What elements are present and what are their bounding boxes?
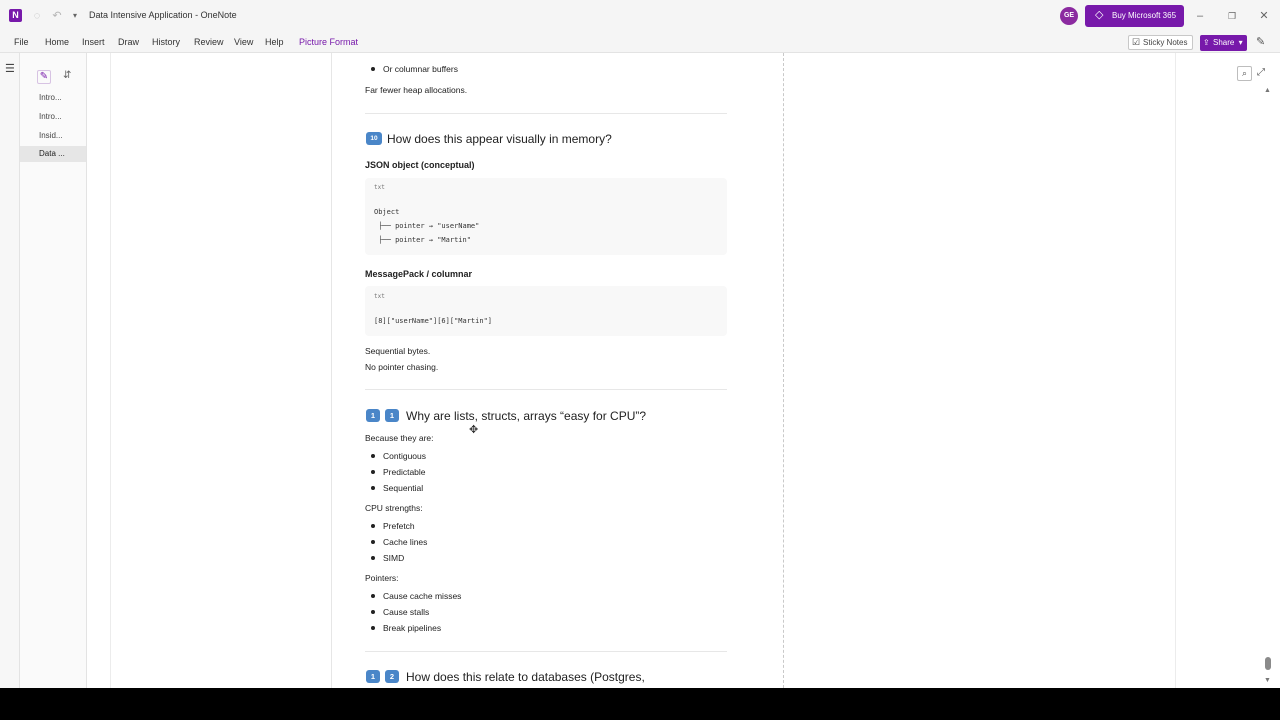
move-cursor-icon: ✥ xyxy=(469,424,479,436)
restore-button[interactable]: ❐ xyxy=(1224,9,1240,23)
keycap-one-icon: 1 xyxy=(385,409,399,422)
list-item: Cause cache misses xyxy=(370,591,462,601)
pen-icon[interactable]: ✎ xyxy=(1256,35,1265,48)
add-page-icon[interactable]: ✎ xyxy=(37,70,51,84)
page-boundary-line xyxy=(783,53,784,688)
list-item: Cache lines xyxy=(370,537,428,547)
code-language: txt xyxy=(374,293,385,300)
onenote-icon: N xyxy=(9,9,22,22)
subheading: JSON object (conceptual) xyxy=(365,160,475,170)
code-line: [8]["userName"][6]["Martin"] xyxy=(374,317,493,325)
menu-help[interactable]: Help xyxy=(265,37,284,47)
paragraph: Because they are: xyxy=(365,433,434,443)
menu-picture-format[interactable]: Picture Format xyxy=(299,37,358,47)
keycap-one-icon: 1 xyxy=(366,670,380,683)
scrollbar-thumb[interactable] xyxy=(1265,657,1271,670)
page-item[interactable]: Intro... xyxy=(20,109,86,125)
sticky-note-icon: ☑ xyxy=(1132,37,1141,47)
section-heading: How does this relate to databases (Postg… xyxy=(406,670,645,684)
chevron-down-icon: ▾ xyxy=(1238,38,1243,47)
paragraph: CPU strengths: xyxy=(365,503,423,513)
sticky-notes-button[interactable]: ☑ Sticky Notes xyxy=(1128,35,1193,50)
minimize-button[interactable]: – xyxy=(1192,9,1208,23)
share-button[interactable]: ⇪ Share ▾ xyxy=(1200,35,1247,51)
divider xyxy=(365,113,727,114)
divider xyxy=(365,389,727,390)
buy-microsoft-365-button[interactable]: ◇ Buy Microsoft 365 xyxy=(1085,5,1184,27)
menu-view[interactable]: View xyxy=(234,37,253,47)
buy-label: Buy Microsoft 365 xyxy=(1112,11,1177,20)
code-language: txt xyxy=(374,184,385,191)
quick-access-dropdown-icon[interactable]: ▾ xyxy=(67,8,83,24)
title-bar: N ◌ ↶ ▾ Data Intensive Application - One… xyxy=(0,0,1280,32)
taskbar xyxy=(0,688,1280,720)
paragraph: Far fewer heap allocations. xyxy=(365,85,468,95)
keycap-two-icon: 2 xyxy=(385,670,399,683)
scroll-up-arrow-icon[interactable]: ▲ xyxy=(1264,87,1271,94)
menu-review[interactable]: Review xyxy=(194,37,224,47)
margin-line xyxy=(1175,53,1176,688)
list-item: Predictable xyxy=(371,467,426,477)
diamond-icon: ◇ xyxy=(1095,9,1104,21)
subheading: MessagePack / columnar xyxy=(365,269,473,279)
menu-history[interactable]: History xyxy=(152,37,180,47)
divider xyxy=(365,651,727,652)
page-item[interactable]: Insid... xyxy=(20,128,86,144)
list-item: Or columnar buffers xyxy=(371,64,458,74)
scroll-down-arrow-icon[interactable]: ▼ xyxy=(1264,677,1271,684)
code-block[interactable] xyxy=(365,286,727,336)
menu-draw[interactable]: Draw xyxy=(118,37,139,47)
menu-insert[interactable]: Insert xyxy=(82,37,105,47)
hamburger-menu-icon[interactable]: ☰ xyxy=(5,62,15,75)
menu-home[interactable]: Home xyxy=(45,37,69,47)
list-item: Sequential xyxy=(370,483,424,493)
code-line: ├── pointer → "Martin" xyxy=(374,236,471,244)
code-line: Object xyxy=(374,208,400,216)
paragraph: No pointer chasing. xyxy=(365,362,439,372)
margin-line xyxy=(110,53,111,688)
pages-pane: ✎ ⇵ Intro... Intro... Insid... Data ... xyxy=(20,53,87,688)
window-title: Data Intensive Application - OneNote xyxy=(89,10,237,20)
search-icon[interactable]: ⌕ xyxy=(1237,66,1252,81)
sticky-notes-label: Sticky Notes xyxy=(1143,38,1188,47)
list-item: SIMD xyxy=(370,553,405,563)
note-canvas[interactable] xyxy=(88,53,1280,688)
close-button[interactable]: ✕ xyxy=(1256,9,1272,23)
menu-bar: File Home Insert Draw History Review Vie… xyxy=(0,32,1280,53)
paragraph: Sequential bytes. xyxy=(365,346,431,356)
expand-icon[interactable]: ⤢ xyxy=(1257,67,1265,78)
list-item: Contiguous xyxy=(370,451,427,461)
section-heading: How does this appear visually in memory? xyxy=(387,132,612,146)
menu-file[interactable]: File xyxy=(14,37,29,47)
paragraph: Pointers: xyxy=(365,573,399,583)
undo-icon[interactable]: ↶ xyxy=(49,8,65,24)
list-item: Prefetch xyxy=(371,521,415,531)
list-item: Cause stalls xyxy=(370,607,430,617)
share-label: Share xyxy=(1213,38,1235,47)
avatar[interactable]: GE xyxy=(1060,7,1078,25)
section-heading: Why are lists, structs, arrays “easy for… xyxy=(406,409,647,423)
page-item[interactable]: Intro... xyxy=(20,90,86,106)
share-icon: ⇪ xyxy=(1203,38,1210,47)
navigation-rail xyxy=(0,53,20,688)
page-item-selected[interactable]: Data ... xyxy=(20,146,86,162)
list-item: Break pipelines xyxy=(370,623,442,633)
code-line: ├── pointer → "userName" xyxy=(374,222,480,230)
back-icon[interactable]: ◌ xyxy=(29,8,45,24)
keycap-one-icon: 1 xyxy=(366,409,380,422)
keycap-ten-icon: 10 xyxy=(366,132,382,145)
margin-line xyxy=(331,53,332,688)
sort-icon[interactable]: ⇵ xyxy=(63,70,71,81)
